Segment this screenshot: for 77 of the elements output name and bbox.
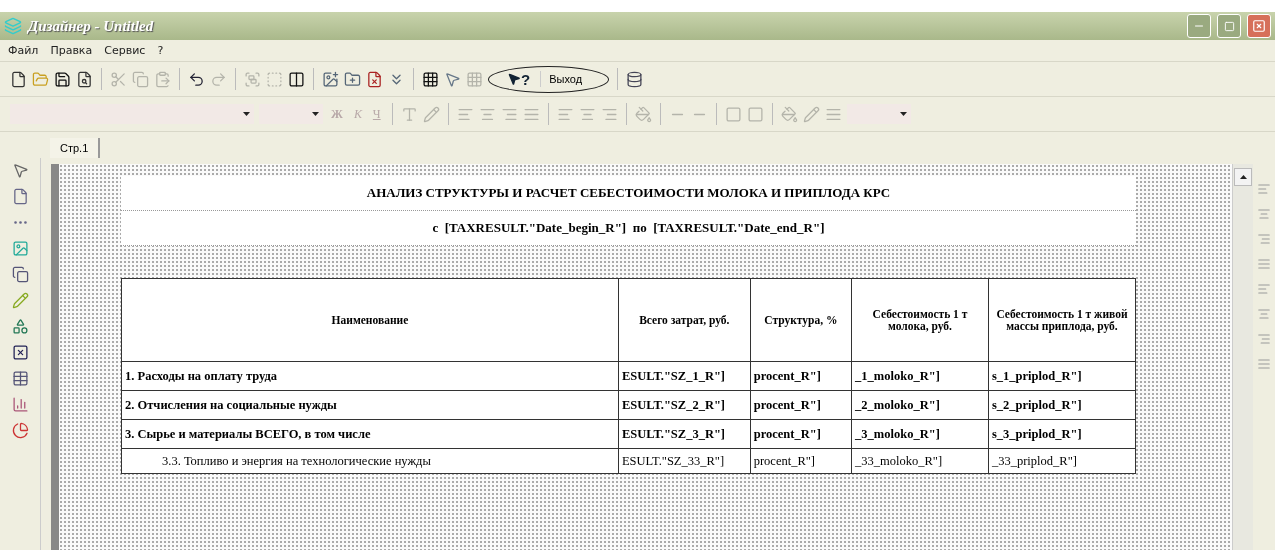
table-cell: 2. Отчисления на социальные нужды xyxy=(121,390,619,420)
column-header: Всего затрат, руб. xyxy=(618,278,751,362)
table-cell: _33_priplod_R"] xyxy=(988,448,1136,474)
paste-icon[interactable] xyxy=(154,70,171,88)
column-header: Себестоимость 1 т молока, руб. xyxy=(851,278,989,362)
table-cell: ESULT."SZ_33_R"] xyxy=(618,448,751,474)
image-icon[interactable] xyxy=(11,240,29,257)
caret-icon xyxy=(312,112,319,116)
scrollbar[interactable] xyxy=(1232,164,1253,550)
checkbox-icon[interactable] xyxy=(11,344,29,361)
caret-icon xyxy=(899,112,907,116)
select-icon[interactable] xyxy=(444,70,461,88)
print-preview-icon[interactable] xyxy=(76,70,93,88)
grid-icon[interactable] xyxy=(422,70,439,88)
scroll-up-button[interactable] xyxy=(1234,168,1252,186)
page-tab[interactable]: Стр.1 xyxy=(50,138,101,158)
maximize-button[interactable] xyxy=(1217,14,1241,38)
cut-icon[interactable] xyxy=(110,70,127,88)
close-icon xyxy=(1252,19,1266,33)
table-cell: ESULT."SZ_3_R"] xyxy=(618,419,751,449)
open-folder-icon[interactable] xyxy=(32,70,49,88)
column-header: Наименование xyxy=(121,278,619,362)
menu-item[interactable]: Правка xyxy=(50,44,93,57)
pen-icon[interactable] xyxy=(11,292,29,309)
table-cell: procent_R"] xyxy=(750,361,852,391)
new-file-icon[interactable] xyxy=(10,70,27,88)
report-subtitle: с [TAXRESULT."Date_begin_R"] по [TAXRESULT."Date_end_R"] xyxy=(432,220,825,236)
table-cell: procent_R"] xyxy=(750,419,852,449)
pointer-icon[interactable] xyxy=(11,162,29,179)
app-icon xyxy=(4,17,22,35)
exit-button[interactable]: Выход xyxy=(540,71,591,87)
table-cell: _2_moloko_R"] xyxy=(851,390,989,420)
column-header: Себестоимость 1 т живой массы приплода, руб. xyxy=(988,278,1136,362)
table-cell: s_1_priplod_R"] xyxy=(988,361,1136,391)
fill-icon[interactable] xyxy=(634,105,652,123)
font-dropdown[interactable] xyxy=(10,104,254,124)
add-page-icon[interactable] xyxy=(344,70,361,88)
size-dropdown[interactable] xyxy=(259,104,323,124)
table-cell: _1_moloko_R"] xyxy=(851,361,989,391)
caret-icon xyxy=(243,112,250,116)
table-cell: procent_R"] xyxy=(750,448,852,474)
all-borders-icon[interactable] xyxy=(724,105,742,123)
minimize-button[interactable] xyxy=(1187,14,1211,38)
copy-icon[interactable] xyxy=(132,70,149,88)
table-cell: s_3_priplod_R"] xyxy=(988,419,1136,449)
menu-item[interactable]: Сервис xyxy=(104,44,146,57)
insert-icon[interactable] xyxy=(322,70,339,88)
shapes-icon[interactable] xyxy=(11,318,29,335)
table-cell: 3.3. Топливо и энергия на технологические нужды xyxy=(121,448,619,474)
delete-page-icon[interactable] xyxy=(366,70,383,88)
table-icon[interactable] xyxy=(11,370,29,387)
table-cell: 1. Расходы на оплату труда xyxy=(121,361,619,391)
line-width-dropdown[interactable] xyxy=(846,104,911,124)
table-cell: ESULT."SZ_1_R"] xyxy=(618,361,751,391)
undo-icon[interactable] xyxy=(188,70,205,88)
up-arrow-icon xyxy=(1239,175,1247,179)
column-header: Структура, % xyxy=(750,278,852,362)
save-icon[interactable] xyxy=(54,70,71,88)
chart-icon[interactable] xyxy=(11,396,29,413)
menu-item[interactable]: ? xyxy=(157,44,164,57)
redo-icon[interactable] xyxy=(210,70,227,88)
window-title: Дизайнер - Untitled xyxy=(28,17,155,35)
close-button[interactable] xyxy=(1247,14,1271,38)
table-cell: _3_moloko_R"] xyxy=(851,419,989,449)
menu-item[interactable]: Файл xyxy=(8,44,39,57)
maximize-icon xyxy=(1223,20,1235,32)
table-cell: s_2_priplod_R"] xyxy=(988,390,1136,420)
page-icon[interactable] xyxy=(11,188,29,205)
report-title: АНАЛИЗ СТРУКТУРЫ И РАСЧЕТ СЕБЕСТОИМОСТИ МОЛОКА И ПРИПЛОДА КРС xyxy=(366,185,891,201)
pie-chart-icon[interactable] xyxy=(11,422,29,439)
table-cell: ESULT."SZ_2_R"] xyxy=(618,390,751,420)
table-cell: 3. Сырье и материалы ВСЕГО, в том числе xyxy=(121,419,619,449)
database-icon[interactable] xyxy=(626,70,644,88)
table-cell: procent_R"] xyxy=(750,390,852,420)
help-button[interactable]: ? xyxy=(507,70,531,88)
table-cell: _33_moloko_R"] xyxy=(851,448,989,474)
group-icon[interactable] xyxy=(244,70,261,88)
